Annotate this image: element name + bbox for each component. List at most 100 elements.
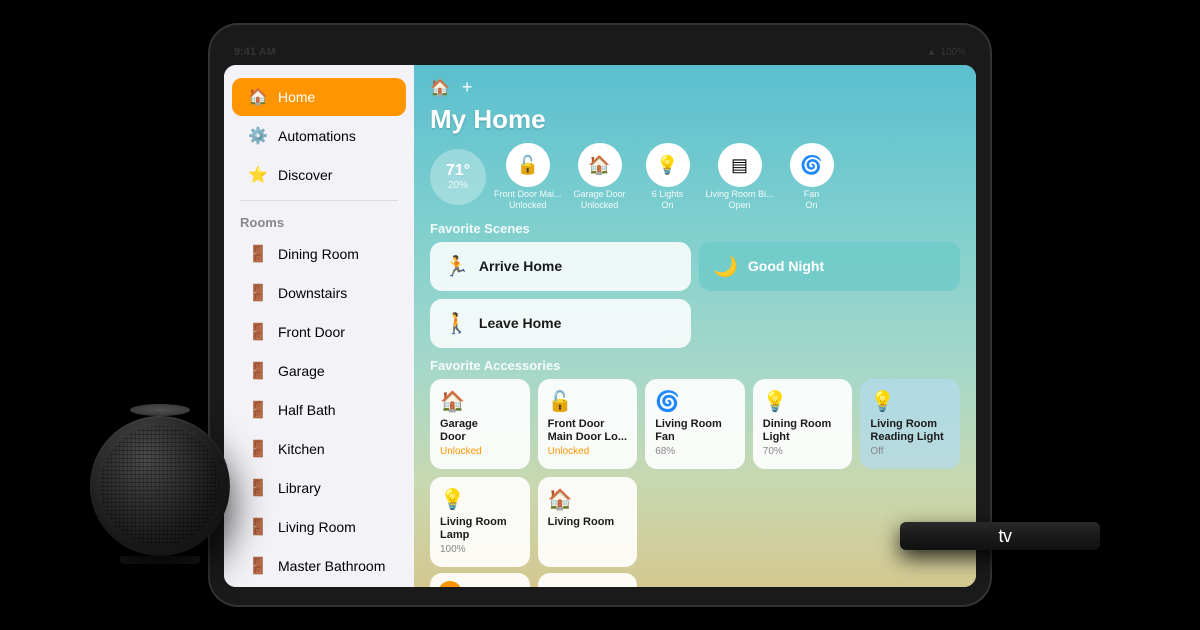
arrive-home-icon: 🏃 bbox=[444, 254, 469, 279]
ipad-frame: 9:41 AM ▲ 100% 🏠 Home ⚙️ Automations ⭐ D bbox=[210, 25, 990, 605]
living-lamp-icon: 💡 bbox=[440, 487, 520, 512]
sidebar-room-label: Garage bbox=[278, 363, 325, 379]
home-icon: 🏠 bbox=[248, 87, 268, 107]
sidebar-item-automations[interactable]: ⚙️ Automations bbox=[232, 117, 406, 155]
accessories-section-title: Favorite Accessories bbox=[430, 358, 960, 373]
ipad-screen: 🏠 Home ⚙️ Automations ⭐ Discover Rooms 🚪… bbox=[224, 65, 976, 587]
scene-arrive-home[interactable]: 🏃 Arrive Home bbox=[430, 242, 691, 291]
fan-icon-wrap: 🌀 bbox=[790, 143, 834, 187]
lights-icon-wrap: 💡 bbox=[646, 143, 690, 187]
sidebar-room-label: Front Door bbox=[278, 324, 345, 340]
room-icon: 🚪 bbox=[248, 283, 268, 303]
device-lights[interactable]: 💡 6 LightsOn bbox=[638, 143, 698, 211]
homepod-body bbox=[90, 416, 230, 556]
scenes-grid: 🏃 Arrive Home 🌙 Good Night 🚶 Leave Home bbox=[430, 242, 960, 348]
accessory-living-room[interactable]: 🏠 Living Room bbox=[538, 477, 638, 567]
living-lamp-name: Living RoomLamp bbox=[440, 516, 520, 542]
accessory-living-fan[interactable]: 🌀 Living RoomFan 68% bbox=[645, 379, 745, 469]
accessories-grid-row2: 71 🌡️ Living RoomThermostat Heating to 7… bbox=[430, 573, 960, 587]
leave-home-icon: 🚶 bbox=[444, 311, 469, 336]
sidebar-room-label: Library bbox=[278, 480, 321, 496]
living-fan-name: Living RoomFan bbox=[655, 418, 735, 444]
good-night-label: Good Night bbox=[748, 258, 824, 274]
page-title: My Home bbox=[430, 104, 960, 135]
dining-light-icon: 💡 bbox=[763, 389, 843, 414]
discover-icon: ⭐ bbox=[248, 165, 268, 185]
sidebar-item-kitchen[interactable]: 🚪 Kitchen bbox=[232, 430, 406, 468]
sidebar-item-front-door[interactable]: 🚪 Front Door bbox=[232, 313, 406, 351]
sidebar-item-living-room[interactable]: 🚪 Living Room bbox=[232, 508, 406, 546]
blinds-icon-wrap: ▤ bbox=[718, 143, 762, 187]
sidebar-room-label: Half Bath bbox=[278, 402, 336, 418]
device-fan[interactable]: 🌀 FanOn bbox=[782, 143, 842, 211]
room-icon: 🚪 bbox=[248, 361, 268, 381]
accessory-dining-light[interactable]: 💡 Dining RoomLight 70% bbox=[753, 379, 853, 469]
accessory-reading-light[interactable]: 💡 Living RoomReading Light Off bbox=[860, 379, 960, 469]
automations-icon: ⚙️ bbox=[248, 126, 268, 146]
room-icon: 🚪 bbox=[248, 244, 268, 264]
room-icon: 🚪 bbox=[248, 400, 268, 420]
device-blinds[interactable]: ▤ Living Room Bl...Open bbox=[706, 143, 774, 211]
battery-icon: 100% bbox=[940, 47, 966, 58]
sidebar-room-label: Downstairs bbox=[278, 285, 347, 301]
sidebar-rooms-title: Rooms bbox=[224, 207, 414, 234]
homepod-device bbox=[80, 410, 240, 570]
sidebar-item-downstairs[interactable]: 🚪 Downstairs bbox=[232, 274, 406, 312]
room-blinds-icon: ▤ bbox=[548, 583, 628, 587]
wifi-icon: ▲ bbox=[927, 47, 937, 58]
homepod-mesh bbox=[100, 426, 220, 546]
sidebar-item-garage[interactable]: 🚪 Garage bbox=[232, 352, 406, 390]
room-icon: 🚪 bbox=[248, 517, 268, 537]
fan-label: FanOn bbox=[804, 189, 820, 211]
room-icon: 🚪 bbox=[248, 556, 268, 576]
status-row: 71° 20% 🔓 Front Door Mai...Unlocked 🏠 Ga… bbox=[430, 143, 960, 211]
sidebar-item-library[interactable]: 🚪 Library bbox=[232, 469, 406, 507]
ipad-status-icons: ▲ 100% bbox=[927, 47, 966, 58]
living-lamp-status: 100% bbox=[440, 544, 520, 555]
accessory-living-lamp[interactable]: 💡 Living RoomLamp 100% bbox=[430, 477, 530, 567]
sidebar-item-home[interactable]: 🏠 Home bbox=[232, 78, 406, 116]
home-nav-icon[interactable]: 🏠 bbox=[430, 78, 450, 98]
device-garage-door[interactable]: 🏠 Garage DoorUnlocked bbox=[570, 143, 630, 211]
ipad-time: 9:41 AM bbox=[234, 46, 276, 58]
living-fan-icon: 🌀 bbox=[655, 389, 735, 414]
leave-home-label: Leave Home bbox=[479, 315, 561, 331]
living-room-acc-name: Living Room bbox=[548, 516, 628, 529]
sidebar-item-master-bathroom[interactable]: 🚪 Master Bathroom bbox=[232, 547, 406, 585]
front-door-acc-status: Unlocked bbox=[548, 446, 628, 457]
sidebar-item-dining-room[interactable]: 🚪 Dining Room bbox=[232, 235, 406, 273]
weather-temp: 71° bbox=[446, 162, 470, 180]
lights-label: 6 LightsOn bbox=[652, 189, 684, 211]
room-icon: 🚪 bbox=[248, 478, 268, 498]
main-content: 🏠 + My Home 71° 20% 🔓 Front Door Mai...U… bbox=[414, 65, 976, 587]
sidebar-automations-label: Automations bbox=[278, 128, 356, 144]
sidebar-item-discover[interactable]: ⭐ Discover bbox=[232, 156, 406, 194]
homepod-top bbox=[130, 404, 190, 416]
front-door-acc-name: Front DoorMain Door Lo... bbox=[548, 418, 628, 444]
front-door-acc-icon: 🔓 bbox=[548, 389, 628, 414]
accessory-front-door[interactable]: 🔓 Front DoorMain Door Lo... Unlocked bbox=[538, 379, 638, 469]
room-icon: 🚪 bbox=[248, 439, 268, 459]
accessory-room-blinds[interactable]: ▤ Living RoomBlinds Open bbox=[538, 573, 638, 587]
ipad-status-bar: 9:41 AM ▲ 100% bbox=[224, 43, 976, 61]
garage-door-acc-name: GarageDoor bbox=[440, 418, 520, 444]
sidebar-room-label: Dining Room bbox=[278, 246, 359, 262]
sidebar-divider bbox=[240, 200, 398, 201]
main-scene: 9:41 AM ▲ 100% 🏠 Home ⚙️ Automations ⭐ D bbox=[0, 0, 1200, 630]
accessory-garage-door[interactable]: 🏠 GarageDoor Unlocked bbox=[430, 379, 530, 469]
sidebar-item-half-bath[interactable]: 🚪 Half Bath bbox=[232, 391, 406, 429]
add-button[interactable]: + bbox=[462, 77, 473, 98]
good-night-icon: 🌙 bbox=[713, 254, 738, 279]
garage-door-label: Garage DoorUnlocked bbox=[574, 189, 626, 211]
accessory-thermostat[interactable]: 71 🌡️ Living RoomThermostat Heating to 7… bbox=[430, 573, 530, 587]
homepod-base bbox=[120, 556, 200, 564]
front-door-icon-wrap: 🔓 bbox=[506, 143, 550, 187]
reading-light-icon: 💡 bbox=[870, 389, 950, 414]
scene-leave-home[interactable]: 🚶 Leave Home bbox=[430, 299, 691, 348]
device-front-door[interactable]: 🔓 Front Door Mai...Unlocked bbox=[494, 143, 562, 211]
sidebar-discover-label: Discover bbox=[278, 167, 332, 183]
living-fan-status: 68% bbox=[655, 446, 735, 457]
appletv-text-label: tv bbox=[998, 526, 1011, 547]
scene-good-night[interactable]: 🌙 Good Night bbox=[699, 242, 960, 291]
reading-light-name: Living RoomReading Light bbox=[870, 418, 950, 444]
